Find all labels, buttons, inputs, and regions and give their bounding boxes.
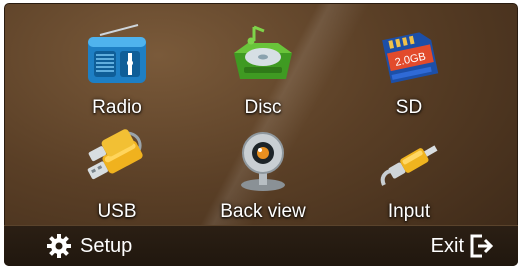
disc-label: Disc	[244, 97, 282, 118]
input-label: Input	[387, 201, 431, 222]
menu-grid: Radio Disc 2.0GB SD USB Back view Input	[4, 3, 518, 226]
exit-label: Exit	[430, 235, 464, 257]
usb-icon	[87, 129, 143, 180]
camera-icon	[241, 132, 285, 191]
setup-button[interactable]: Setup	[46, 231, 132, 261]
sd-label: SD	[395, 97, 423, 118]
exit-icon	[470, 234, 494, 258]
setup-label: Setup	[80, 235, 133, 257]
input-tile[interactable]: Input	[334, 121, 484, 227]
back-view-label: Back view	[220, 201, 306, 222]
main-screen: Radio Disc 2.0GB SD USB Back view Input …	[4, 3, 518, 266]
bottom-bar: Setup Exit	[4, 225, 518, 266]
cable-plug-icon	[380, 145, 438, 186]
radio-icon	[88, 24, 146, 83]
sd-card-icon: 2.0GB	[382, 32, 439, 84]
radio-tile[interactable]: Radio	[42, 17, 192, 123]
gear-icon	[47, 234, 71, 258]
sd-tile[interactable]: 2.0GB SD	[334, 17, 484, 123]
usb-tile[interactable]: USB	[42, 121, 192, 227]
disc-tile[interactable]: Disc	[188, 17, 338, 123]
usb-label: USB	[97, 201, 137, 222]
disc-icon	[234, 25, 292, 79]
radio-label: Radio	[92, 97, 142, 118]
exit-button[interactable]: Exit	[431, 231, 496, 261]
back-view-tile[interactable]: Back view	[188, 121, 338, 227]
